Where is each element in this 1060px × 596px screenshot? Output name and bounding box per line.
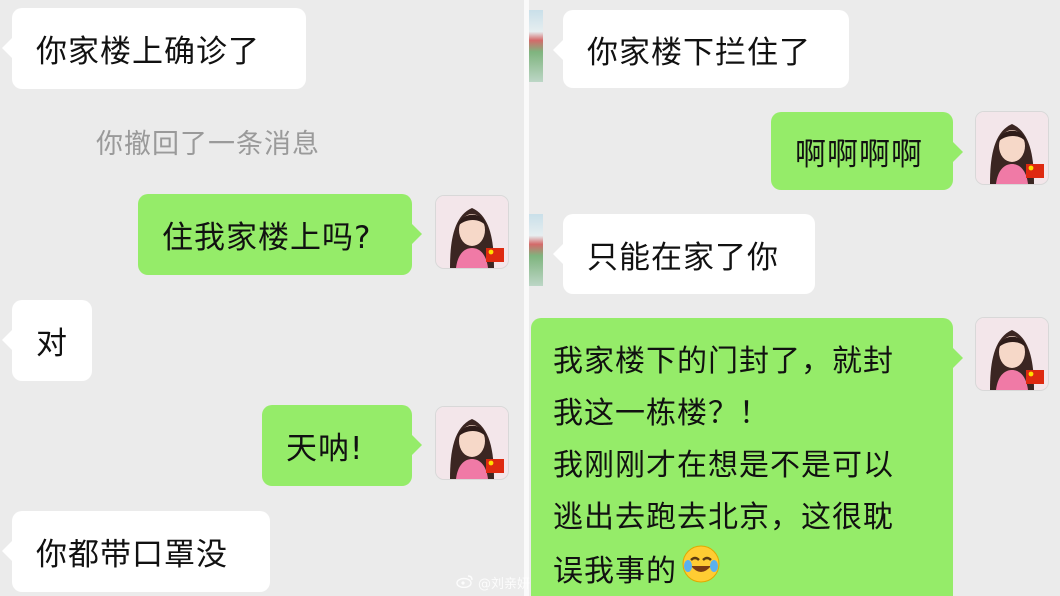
incoming-message[interactable]: 你都带口罩没 <box>2 511 270 592</box>
message-line-text: 误我事的 <box>553 554 677 589</box>
outgoing-message[interactable]: 啊啊啊啊 <box>771 112 963 190</box>
right-chat-panel: 你家楼下拦住了 啊啊啊啊 只能在家了你 我家楼下的门封了，就封 我这一栋楼？！ … <box>529 0 1060 596</box>
user-avatar[interactable] <box>976 112 1048 184</box>
contact-avatar[interactable] <box>529 10 543 82</box>
recalled-message-notice: 你撤回了一条消息 <box>96 129 320 160</box>
left-chat-panel: 你家楼上确诊了 你撤回了一条消息 住我家楼上吗? 对 天呐! 你都带口罩没 <box>0 0 524 596</box>
message-line: 我家楼下的门封了，就封 <box>553 344 894 379</box>
laughing-crying-emoji-icon <box>681 544 721 596</box>
outgoing-multiline-message[interactable]: 我家楼下的门封了，就封 我这一栋楼？！ 我刚刚才在想是不是可以 逃出去跑去北京，… <box>531 318 963 596</box>
contact-avatar[interactable] <box>529 214 543 286</box>
weibo-icon <box>456 574 474 592</box>
message-line: 我刚刚才在想是不是可以 <box>553 448 894 483</box>
outgoing-message[interactable]: 住我家楼上吗? <box>138 194 422 275</box>
incoming-message[interactable]: 你家楼上确诊了 <box>2 8 306 89</box>
message-line: 误我事的 <box>553 544 931 596</box>
incoming-message[interactable]: 你家楼下拦住了 <box>553 10 849 88</box>
watermark-text: @刘亲妍 <box>477 577 530 592</box>
incoming-message[interactable]: 只能在家了你 <box>553 214 815 294</box>
watermark: @刘亲妍 <box>456 573 530 592</box>
user-avatar[interactable] <box>436 196 508 268</box>
outgoing-message[interactable]: 天呐! <box>262 405 422 486</box>
user-avatar[interactable] <box>976 318 1048 390</box>
user-avatar[interactable] <box>436 407 508 479</box>
message-line: 我这一栋楼？！ <box>553 396 770 431</box>
incoming-message[interactable]: 对 <box>2 300 92 381</box>
message-line: 逃出去跑去北京，这很耽 <box>553 500 894 535</box>
